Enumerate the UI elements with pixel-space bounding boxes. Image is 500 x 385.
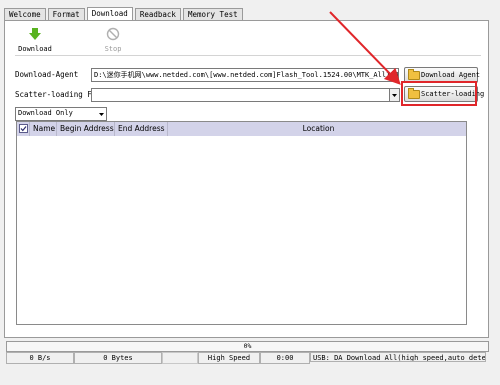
- scatter-loading-highlight-box: [401, 81, 477, 106]
- tab-readback[interactable]: Readback: [134, 8, 181, 20]
- column-header-name[interactable]: Name: [30, 122, 57, 136]
- stop-icon: [106, 27, 120, 41]
- chevron-down-icon: [392, 94, 397, 97]
- column-header-location[interactable]: Location: [168, 122, 466, 136]
- tab-bar: Welcome Format Download Readback Memory …: [4, 7, 243, 20]
- tab-download[interactable]: Download: [86, 7, 133, 20]
- status-spacer: [162, 352, 198, 364]
- download-agent-label: Download-Agent: [15, 70, 79, 79]
- download-agent-path-field[interactable]: D:\迷你手机网\www.netded.com\[www.netded.com]…: [91, 68, 399, 82]
- download-arrow-icon: [29, 28, 41, 40]
- tab-welcome[interactable]: Welcome: [4, 8, 46, 20]
- tab-format[interactable]: Format: [47, 8, 85, 20]
- download-button-label: Download: [18, 45, 52, 53]
- table-header: Name Begin Address End Address Location: [17, 122, 466, 136]
- scatter-file-field[interactable]: [91, 88, 391, 102]
- column-header-begin-address[interactable]: Begin Address: [57, 122, 115, 136]
- checkbox-checked-icon: [19, 124, 28, 133]
- chevron-down-icon: [99, 113, 104, 116]
- download-agent-button-label: Download Agent: [421, 71, 481, 79]
- stop-button-label: Stop: [104, 45, 122, 53]
- mode-select-value: Download Only: [18, 109, 73, 117]
- progress-bar: 0%: [6, 341, 489, 352]
- folder-icon: [408, 69, 420, 80]
- usb-speed-readout: High Speed: [198, 352, 260, 364]
- scatter-file-dropdown-button[interactable]: [389, 88, 400, 102]
- progress-text: 0%: [243, 342, 252, 350]
- toolbar-divider: [15, 55, 481, 56]
- download-button[interactable]: Download: [15, 27, 55, 53]
- partition-table: Name Begin Address End Address Location: [16, 121, 467, 325]
- mode-select[interactable]: Download Only: [15, 107, 107, 121]
- column-header-end-address[interactable]: End Address: [115, 122, 168, 136]
- tab-memory-test[interactable]: Memory Test: [182, 8, 243, 20]
- speed-readout: 0 B/s: [6, 352, 74, 364]
- bytes-readout: 0 Bytes: [74, 352, 162, 364]
- select-all-checkbox[interactable]: [17, 122, 30, 136]
- time-readout: 0:00: [260, 352, 310, 364]
- status-message: USB: DA Download All(high speed,auto det…: [310, 352, 486, 362]
- stop-button[interactable]: Stop: [93, 27, 133, 53]
